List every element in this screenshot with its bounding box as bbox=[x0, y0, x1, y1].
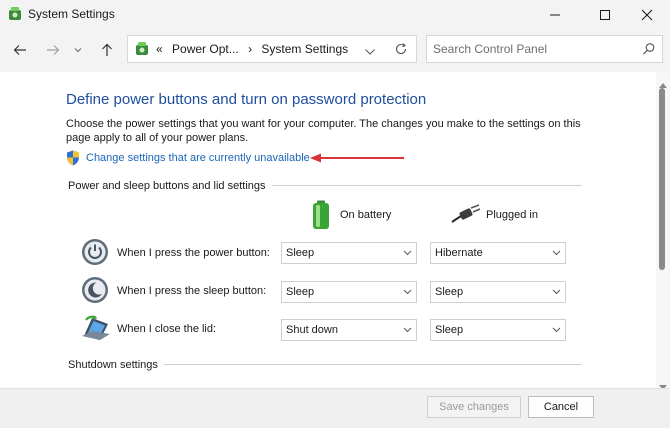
arrow-left-icon bbox=[13, 45, 26, 55]
minimize-icon bbox=[550, 14, 560, 16]
power-plug-icon bbox=[451, 204, 481, 229]
minimize-button[interactable] bbox=[532, 0, 578, 30]
plugged-in-header: Plugged in bbox=[486, 209, 538, 221]
scrollbar-thumb[interactable] bbox=[659, 88, 665, 270]
chevron-down-icon bbox=[365, 49, 375, 55]
power-section-title: Power and sleep buttons and lid settings bbox=[68, 180, 272, 192]
close-icon bbox=[641, 9, 653, 21]
search-input[interactable]: Search Control Panel bbox=[426, 35, 663, 63]
on-battery-header: On battery bbox=[340, 209, 392, 221]
sleep-button-icon bbox=[81, 276, 109, 304]
arrow-up-icon bbox=[102, 43, 112, 56]
close-lid-battery-select[interactable]: Shut down bbox=[281, 319, 417, 341]
maximize-button[interactable] bbox=[582, 0, 628, 30]
up-button[interactable] bbox=[94, 38, 120, 62]
select-value: Sleep bbox=[435, 286, 464, 298]
close-lid-label: When I close the lid: bbox=[117, 323, 217, 335]
chevron-down-icon bbox=[398, 327, 416, 333]
select-value: Sleep bbox=[286, 247, 315, 259]
sleep-button-label: When I press the sleep button: bbox=[117, 285, 267, 297]
power-button-icon bbox=[81, 238, 109, 266]
sleep-button-battery-select[interactable]: Sleep bbox=[281, 281, 417, 303]
address-bar[interactable]: « Power Opt... › System Settings bbox=[127, 35, 417, 63]
red-arrow-annotation bbox=[308, 151, 408, 165]
chevron-down-icon bbox=[398, 289, 416, 295]
power-button-plugged-select[interactable]: Hibernate bbox=[430, 242, 566, 264]
chevron-down-icon bbox=[74, 48, 82, 53]
breadcrumb-item-system-settings[interactable]: System Settings bbox=[261, 42, 348, 56]
back-button[interactable] bbox=[7, 38, 33, 62]
breadcrumb-item-power-options[interactable]: Power Opt... bbox=[172, 42, 239, 56]
power-options-app-icon bbox=[7, 6, 23, 22]
uac-shield-icon bbox=[66, 150, 80, 166]
select-value: Sleep bbox=[286, 286, 315, 298]
search-placeholder: Search Control Panel bbox=[433, 42, 548, 56]
page-title: Define power buttons and turn on passwor… bbox=[66, 91, 427, 108]
search-icon[interactable] bbox=[642, 42, 656, 61]
chevron-down-icon bbox=[547, 327, 565, 333]
laptop-lid-icon bbox=[80, 314, 112, 342]
chevron-down-icon bbox=[398, 250, 416, 256]
window-title: System Settings bbox=[28, 7, 115, 21]
power-button-label: When I press the power button: bbox=[117, 247, 270, 259]
page-description: Choose the power settings that you want … bbox=[66, 118, 581, 144]
close-button[interactable] bbox=[624, 0, 670, 30]
breadcrumb-overflow[interactable]: « bbox=[156, 42, 163, 56]
save-changes-button[interactable]: Save changes bbox=[427, 396, 521, 418]
sleep-button-plugged-select[interactable]: Sleep bbox=[430, 281, 566, 303]
power-options-icon bbox=[134, 41, 150, 62]
power-button-battery-select[interactable]: Sleep bbox=[281, 242, 417, 264]
forward-button[interactable] bbox=[40, 38, 66, 62]
arrow-right-icon bbox=[47, 45, 60, 55]
chevron-down-icon bbox=[547, 289, 565, 295]
breadcrumb-separator: › bbox=[248, 42, 253, 56]
cancel-button[interactable]: Cancel bbox=[528, 396, 594, 418]
shutdown-section-title: Shutdown settings bbox=[68, 359, 164, 371]
close-lid-plugged-select[interactable]: Sleep bbox=[430, 319, 566, 341]
address-dropdown-button[interactable] bbox=[364, 44, 376, 62]
recent-locations-button[interactable] bbox=[67, 38, 89, 62]
select-value: Hibernate bbox=[435, 247, 483, 259]
chevron-down-icon bbox=[547, 250, 565, 256]
maximize-icon bbox=[600, 10, 610, 20]
select-value: Shut down bbox=[286, 324, 338, 336]
refresh-icon bbox=[395, 43, 407, 55]
breadcrumb: « Power Opt... › System Settings bbox=[156, 42, 354, 56]
change-unavailable-settings-link[interactable]: Change settings that are currently unava… bbox=[86, 152, 310, 164]
select-value: Sleep bbox=[435, 324, 464, 336]
refresh-button[interactable] bbox=[394, 42, 408, 61]
battery-icon bbox=[310, 200, 332, 235]
